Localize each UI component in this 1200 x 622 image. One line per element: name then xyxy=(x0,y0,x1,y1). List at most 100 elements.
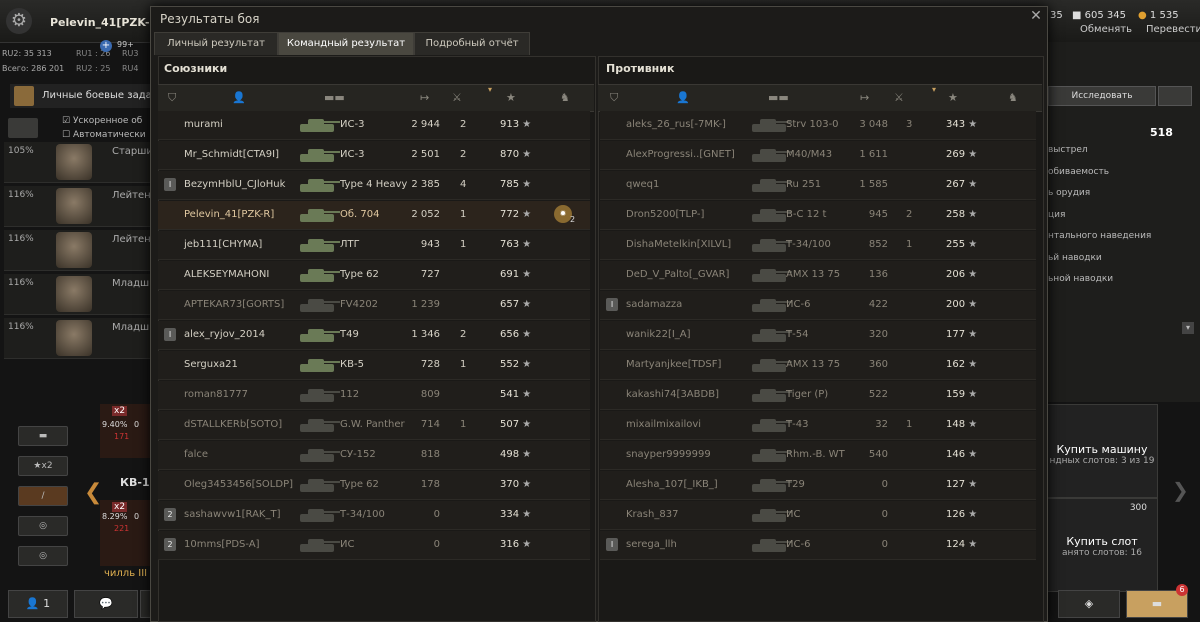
table-row[interactable]: Martyanjkee[TDSF] AMX 13 75 360 162 ★ xyxy=(600,351,1036,380)
table-row[interactable]: jeb111[CHYMA] ЛТГ 943 1 763 ★ xyxy=(158,231,590,260)
settings-gear-icon[interactable]: ⚙ xyxy=(6,8,32,34)
player-name-cell[interactable]: Pelevin_41[PZK-R] xyxy=(184,209,274,220)
player-name-cell[interactable]: jeb111[CHYMA] xyxy=(184,239,262,250)
enemy-xp-col-icon[interactable]: ★ xyxy=(948,91,958,104)
tank-filter-icon[interactable]: ▬ xyxy=(18,426,68,446)
player-name-cell[interactable]: wanik22[I_A] xyxy=(626,329,691,340)
crew-member[interactable]: 116% Младши xyxy=(4,274,156,315)
table-row[interactable]: 2 sashawvw1[RAK_T] Т-34/100 0 334 ★ xyxy=(158,501,590,530)
player-name-cell[interactable]: aleks_26_rus[-7MK-] xyxy=(626,119,726,130)
table-row[interactable]: dSTALLKERb[SOTO] G.W. Panther 714 1 507 ★ xyxy=(158,411,590,440)
accelerated-crew-checkbox[interactable]: ☑ Ускоренное об xyxy=(62,116,142,126)
table-row[interactable]: 2 10mms[PDS-A] ИС 0 316 ★ xyxy=(158,531,590,560)
medal-col-icon[interactable]: ♞ xyxy=(560,91,570,104)
player-name-cell[interactable]: DeD_V_Palto[_GVAR] xyxy=(626,269,729,280)
table-row[interactable]: falce СУ-152 818 498 ★ xyxy=(158,441,590,470)
table-row[interactable]: aleks_26_rus[-7MK-] Strv 103-0 3 048 3 343 ★ xyxy=(600,111,1036,140)
enemy-player-col-icon[interactable]: 👤 xyxy=(676,91,690,104)
coin-filter-icon[interactable]: ◎ xyxy=(18,546,68,566)
crew-member[interactable]: 105% Старши xyxy=(4,142,154,183)
player-name-cell[interactable]: dSTALLKERb[SOTO] xyxy=(184,419,282,430)
table-row[interactable]: DeD_V_Palto[_GVAR] AMX 13 75 136 206 ★ xyxy=(600,261,1036,290)
player-name-cell[interactable]: sadamazza xyxy=(626,299,682,310)
player-name-cell[interactable]: kakashi74[3ABDB] xyxy=(626,389,719,400)
rental-filter-icon[interactable]: ◎ xyxy=(18,516,68,536)
player-name-cell[interactable]: Martyanjkee[TDSF] xyxy=(626,359,721,370)
player-name-cell[interactable]: Dron5200[TLP-] xyxy=(626,209,704,220)
table-row[interactable]: APTEKAR73[GORTS] FV4202 1 239 657 ★ xyxy=(158,291,590,320)
table-row[interactable]: DishaMetelkin[XILVL] Т-34/100 852 1 255 ★ xyxy=(600,231,1036,260)
player-name-cell[interactable]: serega_llh xyxy=(626,539,677,550)
player-name-cell[interactable]: roman81777 xyxy=(184,389,248,400)
table-row[interactable]: Ialex_ryjov_2014 T49 1 346 2 656 ★ xyxy=(158,321,590,350)
player-name-cell[interactable]: alex_ryjov_2014 xyxy=(184,329,265,340)
player-name-cell[interactable]: falce xyxy=(184,449,208,460)
tank-col-icon[interactable]: ▬▬ xyxy=(324,91,345,104)
player-name-cell[interactable]: mixailmixailovi xyxy=(626,419,701,430)
premium-filter-icon[interactable]: / xyxy=(18,486,68,506)
research-button[interactable]: Исследовать xyxy=(1048,86,1156,106)
table-row[interactable]: Oleg3453456[SOLDP] Type 62 178 370 ★ xyxy=(158,471,590,500)
carousel-slot-2[interactable]: x2 8.29% 0 221 xyxy=(100,500,150,566)
tab-detailed[interactable]: Подробный отчёт xyxy=(414,32,530,55)
player-name-cell[interactable]: qweq1 xyxy=(626,179,659,190)
auto-checkbox[interactable]: ☐ Автоматически xyxy=(62,130,146,140)
player-name-cell[interactable]: DishaMetelkin[XILVL] xyxy=(626,239,731,250)
table-row[interactable]: ALEKSEYMAHONI Type 62 727 691 ★ xyxy=(158,261,590,290)
player-name-cell[interactable]: Mr_Schmidt[CTA9I] xyxy=(184,149,279,160)
tab-team[interactable]: Командный результат xyxy=(278,32,414,55)
crew-icon[interactable] xyxy=(8,118,38,138)
scroll-down-icon[interactable]: ▾ xyxy=(1182,322,1194,334)
tech-tree-icon[interactable] xyxy=(1158,86,1192,106)
chat-button[interactable]: 💬 xyxy=(74,590,138,618)
filter-button[interactable]: ◈ xyxy=(1058,590,1120,618)
table-row[interactable]: Iserega_llh ИС-6 0 124 ★ xyxy=(600,531,1036,560)
buy-slot-button[interactable]: 300 Купить слот анято слотов: 16 xyxy=(1046,498,1158,592)
table-row[interactable]: snayper9999999 Rhm.-B. WT 540 146 ★ xyxy=(600,441,1036,470)
enemy-squad-col-icon[interactable]: ⛉ xyxy=(610,91,618,105)
kills-col-icon[interactable]: ⚔ xyxy=(452,91,462,104)
table-row[interactable]: Alesha_107[_IKB_] T29 0 127 ★ xyxy=(600,471,1036,500)
player-name-cell[interactable]: APTEKAR73[GORTS] xyxy=(184,299,284,310)
table-row[interactable]: Krash_837 ИС 0 126 ★ xyxy=(600,501,1036,530)
tab-personal[interactable]: Личный результат xyxy=(154,32,278,55)
platoon-button[interactable]: 👤 1 xyxy=(8,590,68,618)
player-name-cell[interactable]: Krash_837 xyxy=(626,509,678,520)
table-row[interactable]: Dron5200[TLP-] B-C 12 t 945 2 258 ★ xyxy=(600,201,1036,230)
player-name-cell[interactable]: murami xyxy=(184,119,223,130)
transfer-link[interactable]: Перевести xyxy=(1146,24,1200,35)
squad-col-icon[interactable]: ⛉ xyxy=(168,91,176,105)
player-name-cell[interactable]: Alesha_107[_IKB_] xyxy=(626,479,718,490)
player-name-cell[interactable]: ALEKSEYMAHONI xyxy=(184,269,269,280)
table-row[interactable]: murami ИС-3 2 944 2 913 ★ xyxy=(158,111,590,140)
table-row[interactable]: roman81777 112 809 541 ★ xyxy=(158,381,590,410)
enemy-kills-col-icon[interactable]: ⚔ xyxy=(894,91,904,104)
player-name-cell[interactable]: Oleg3453456[SOLDP] xyxy=(184,479,293,490)
carousel-right-arrow-icon[interactable]: ❯ xyxy=(1172,478,1189,502)
crew-member[interactable]: 116% Младши xyxy=(4,318,156,359)
crew-member[interactable]: 116% Лейтена xyxy=(4,230,157,271)
table-row[interactable]: Serguxa21 КВ-5 728 1 552 ★ xyxy=(158,351,590,380)
damage-col-icon[interactable]: ↦ xyxy=(420,91,429,104)
player-name-cell[interactable]: sashawvw1[RAK_T] xyxy=(184,509,281,520)
table-row[interactable]: qweq1 Ru 251 1 585 267 ★ xyxy=(600,171,1036,200)
close-icon[interactable]: ✕ xyxy=(1028,8,1044,24)
table-row[interactable]: mixailmixailovi Т-43 32 1 148 ★ xyxy=(600,411,1036,440)
carousel-slot-1[interactable]: x2 9.40% 0 171 xyxy=(100,404,150,458)
enemy-damage-col-icon[interactable]: ↦ xyxy=(860,91,869,104)
enemy-tank-col-icon[interactable]: ▬▬ xyxy=(768,91,789,104)
player-name-cell[interactable]: Serguxa21 xyxy=(184,359,238,370)
table-row[interactable]: kakashi74[3ABDB] Tiger (P) 522 159 ★ xyxy=(600,381,1036,410)
table-row[interactable]: Mr_Schmidt[CTA9I] ИС-3 2 501 2 870 ★ xyxy=(158,141,590,170)
table-row[interactable]: Isadamazza ИС-6 422 200 ★ xyxy=(600,291,1036,320)
exchange-link[interactable]: Обменять xyxy=(1080,24,1132,35)
table-row[interactable]: AlexProgressi..[GNET] M40/M43 1 611 269 ★ xyxy=(600,141,1036,170)
player-name-cell[interactable]: BezymHblU_CJloHuk xyxy=(184,179,285,190)
x2-filter-icon[interactable]: ★x2 xyxy=(18,456,68,476)
table-row[interactable]: wanik22[I_A] Т-54 320 177 ★ xyxy=(600,321,1036,350)
plus-icon[interactable]: + xyxy=(100,40,112,52)
player-name-cell[interactable]: snayper9999999 xyxy=(626,449,711,460)
player-name-cell[interactable]: AlexProgressi..[GNET] xyxy=(626,149,735,160)
enemy-medal-col-icon[interactable]: ♞ xyxy=(1008,91,1018,104)
player-col-icon[interactable]: 👤 xyxy=(232,91,246,104)
